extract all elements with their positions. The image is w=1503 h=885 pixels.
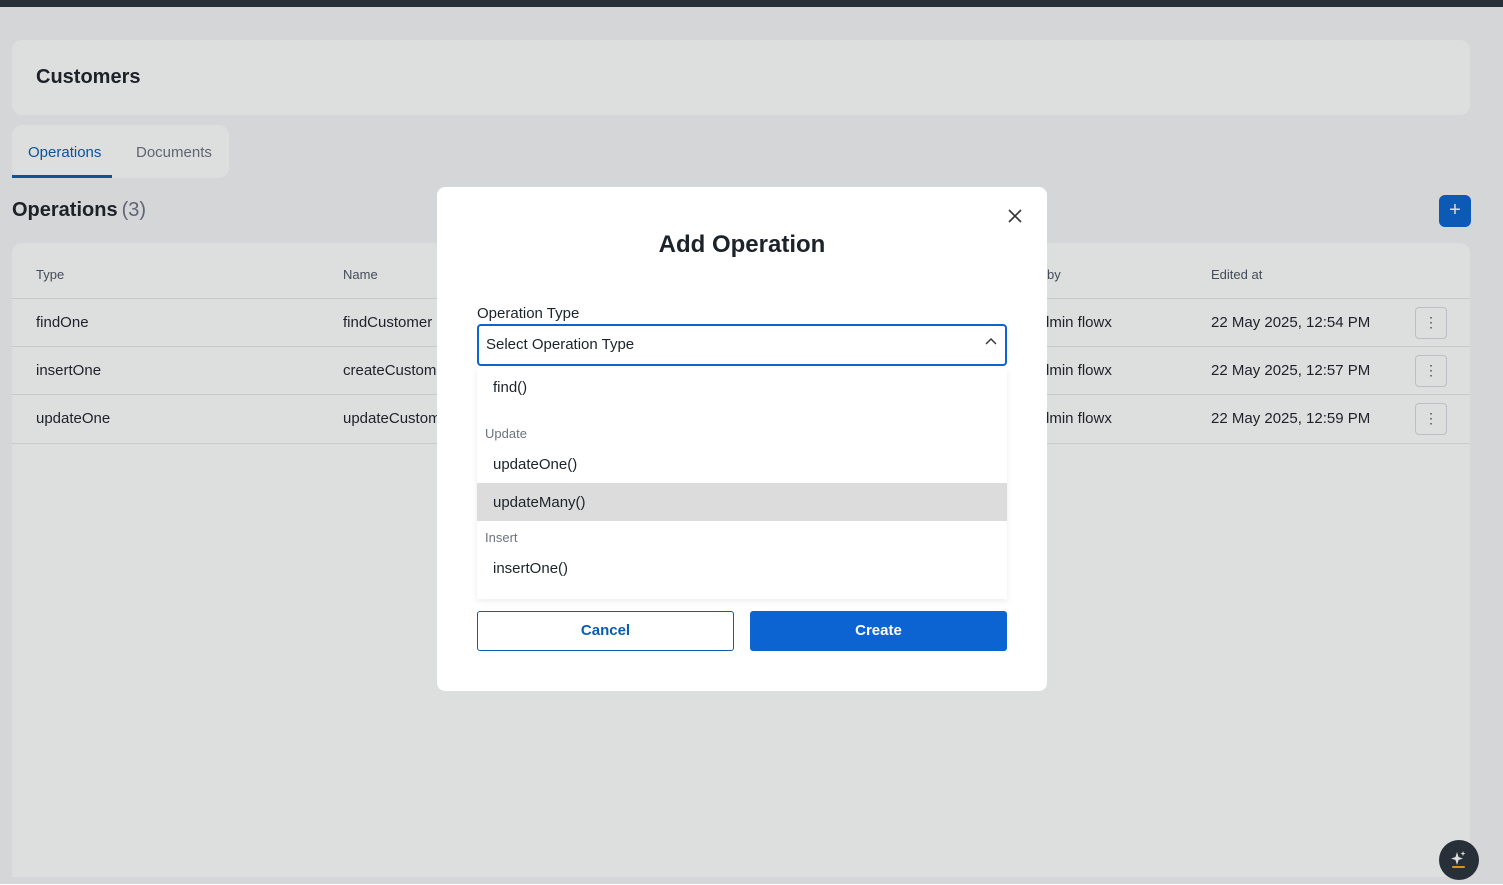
add-operation-dialog: Add Operation Operation Type Select Oper… <box>437 187 1047 691</box>
operation-type-dropdown: find() Update updateOne() updateMany() I… <box>477 368 1007 599</box>
dialog-title: Add Operation <box>658 231 826 258</box>
option-updateone[interactable]: updateOne() <box>477 445 1007 483</box>
option-label: find() <box>493 379 528 396</box>
option-label: updateOne() <box>493 456 578 473</box>
close-icon[interactable] <box>1005 207 1025 227</box>
cancel-button[interactable]: Cancel <box>477 611 734 651</box>
option-find[interactable]: find() <box>477 368 1007 406</box>
option-insertone[interactable]: insertOne() <box>477 549 1007 587</box>
option-label: insertOne() <box>493 560 569 577</box>
option-updatemany[interactable]: updateMany() <box>477 483 1007 521</box>
create-button[interactable]: Create <box>750 611 1007 651</box>
operation-type-select[interactable]: Select Operation Type <box>477 324 1007 366</box>
operation-type-label: Operation Type <box>477 305 580 322</box>
option-label: updateMany() <box>493 494 586 511</box>
chevron-up-icon <box>985 338 997 345</box>
select-value: Select Operation Type <box>486 336 635 353</box>
group-label-insert: Insert <box>485 530 518 545</box>
group-label-update: Update <box>485 426 527 441</box>
